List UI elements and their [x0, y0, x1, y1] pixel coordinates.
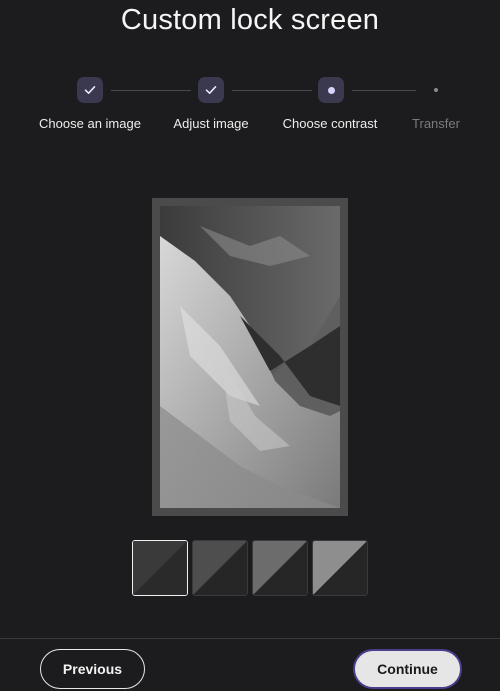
previous-button[interactable]: Previous [40, 649, 145, 689]
step-3-current-icon [318, 77, 344, 103]
mountain-image [160, 206, 340, 508]
continue-button[interactable]: Continue [353, 649, 462, 689]
step-4-pending-icon [432, 86, 440, 94]
step-connector [232, 90, 312, 91]
step-label-adjust-image: Adjust image [173, 116, 249, 131]
step-2-check-icon [198, 77, 224, 103]
step-connector [352, 90, 416, 91]
contrast-option-1[interactable] [132, 540, 188, 596]
contrast-option-3[interactable] [252, 540, 308, 596]
step-label-choose-image: Choose an image [39, 116, 141, 131]
step-label-transfer: Transfer [412, 116, 460, 131]
contrast-option-4[interactable] [312, 540, 368, 596]
progress-stepper: Choose an image Adjust image Choose cont… [0, 0, 500, 140]
step-connector [111, 90, 191, 91]
step-label-choose-contrast: Choose contrast [282, 116, 378, 131]
step-1-check-icon [77, 77, 103, 103]
contrast-option-2[interactable] [192, 540, 248, 596]
lock-screen-preview [152, 198, 348, 516]
